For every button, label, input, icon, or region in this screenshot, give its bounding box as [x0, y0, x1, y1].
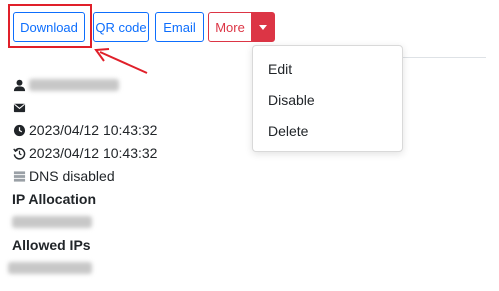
more-dropdown-toggle[interactable]	[251, 12, 275, 42]
menu-item-edit[interactable]: Edit	[268, 61, 292, 77]
redacted-ip-allocation	[12, 216, 92, 228]
more-button[interactable]: More	[208, 12, 252, 42]
allowed-ips-heading: Allowed IPs	[12, 237, 91, 253]
created-timestamp: 2023/04/12 10:43:32	[29, 122, 158, 138]
user-icon	[12, 78, 26, 92]
user-row	[12, 78, 119, 92]
allowed-ips-value	[8, 262, 92, 274]
email-button[interactable]: Email	[155, 12, 204, 42]
more-dropdown-menu: Edit Disable Delete	[252, 45, 403, 152]
caret-down-icon	[259, 24, 267, 30]
created-row: 2023/04/12 10:43:32	[12, 122, 157, 138]
clock-icon	[12, 123, 26, 137]
menu-item-disable[interactable]: Disable	[268, 92, 315, 108]
history-icon	[12, 146, 26, 160]
envelope-icon	[12, 100, 26, 114]
email-row	[12, 100, 29, 114]
qr-code-button[interactable]: QR code	[93, 12, 149, 42]
highlight-box	[8, 4, 92, 48]
dns-row: DNS disabled	[12, 168, 115, 184]
ip-allocation-value	[12, 216, 92, 228]
server-icon	[12, 169, 26, 183]
dns-status: DNS disabled	[29, 168, 115, 184]
redacted-allowed-ips	[8, 262, 92, 274]
updated-row: 2023/04/12 10:43:32	[12, 145, 157, 161]
redacted-name	[29, 79, 119, 91]
updated-timestamp: 2023/04/12 10:43:32	[29, 145, 158, 161]
menu-item-delete[interactable]: Delete	[268, 123, 308, 139]
ip-allocation-heading: IP Allocation	[12, 191, 97, 207]
